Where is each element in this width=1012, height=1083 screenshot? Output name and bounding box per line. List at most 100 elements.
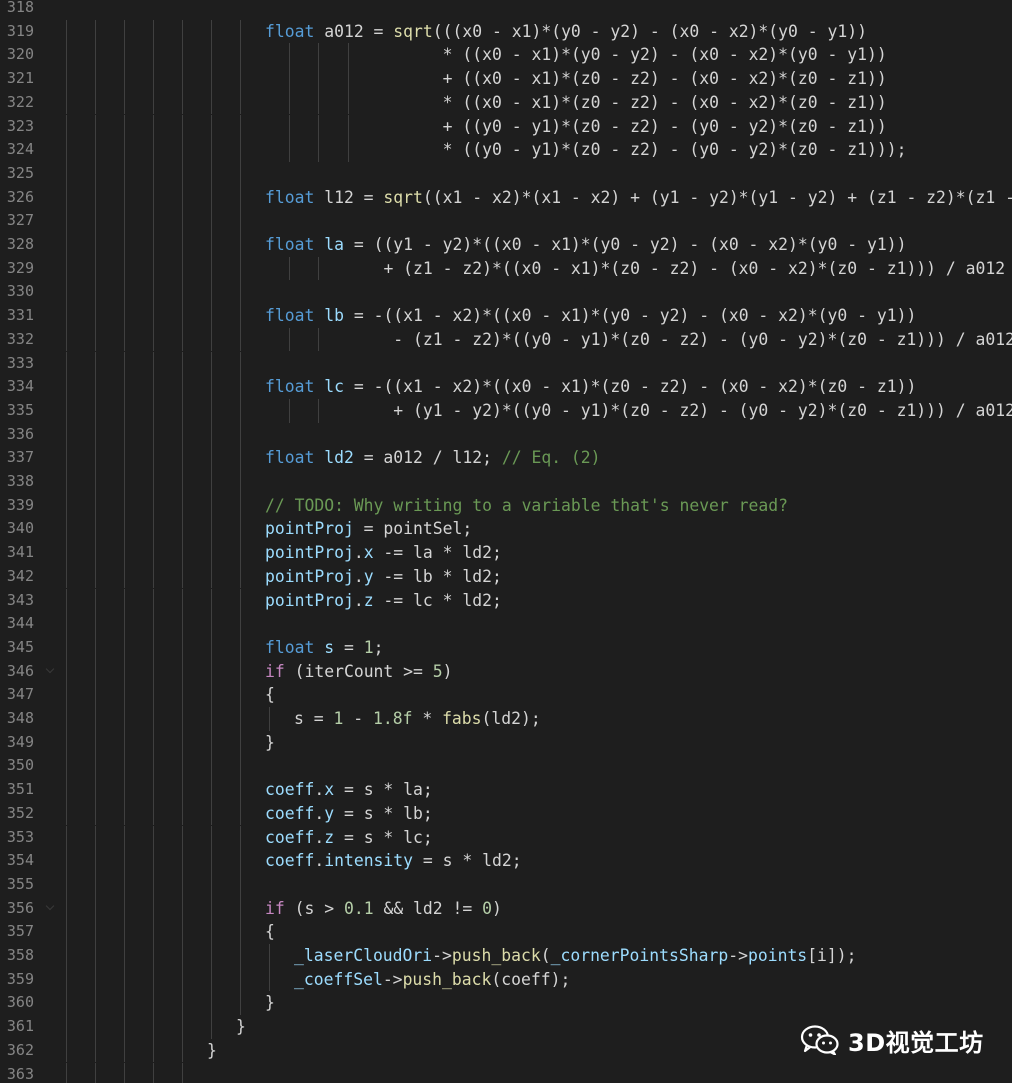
- code-token: lc: [324, 377, 344, 397]
- indent-guide: [124, 351, 125, 376]
- indent-guide: [124, 778, 125, 802]
- code-line[interactable]: float ld2 = a012 / l12; // Eq. (2): [265, 446, 601, 470]
- code-line[interactable]: * ((y0 - y1)*(z0 - z2) - (y0 - y2)*(z0 -…: [443, 138, 907, 162]
- indent-guide: [318, 256, 320, 281]
- code-line[interactable]: _coeffSel->push_back(coeff);: [294, 968, 570, 992]
- indent-guide: [66, 517, 67, 542]
- indent-guide: [153, 849, 154, 873]
- line-number: 342: [6, 566, 34, 585]
- line-number: 360: [6, 993, 34, 1012]
- indent-guide: [153, 967, 154, 992]
- code-line[interactable]: pointProj.z -= lc * ld2;: [265, 589, 502, 613]
- code-line[interactable]: pointProj.y -= lb * ld2;: [265, 565, 502, 589]
- indent-guide: [66, 256, 67, 281]
- code-line[interactable]: s = 1 - 1.8f * fabs(ld2);: [294, 707, 541, 731]
- indent-guide: [182, 778, 183, 802]
- code-line[interactable]: }: [236, 1015, 246, 1039]
- indent-guide: [211, 114, 212, 139]
- code-line[interactable]: coeff.x = s * la;: [265, 778, 433, 802]
- indent-guide: [211, 304, 212, 328]
- indent-guide: [124, 896, 125, 921]
- indent-guide: [318, 114, 320, 139]
- code-line[interactable]: {: [265, 683, 275, 707]
- code-line[interactable]: * ((x0 - x1)*(z0 - z2) - (x0 - x2)*(z0 -…: [443, 91, 887, 115]
- code-line[interactable]: }: [265, 991, 275, 1015]
- code-line[interactable]: }: [265, 731, 275, 755]
- indent-guide: [66, 233, 67, 257]
- code-line[interactable]: float lb = -((x1 - x2)*((x0 - x1)*(y0 - …: [265, 304, 916, 328]
- indent-guide: [211, 967, 212, 992]
- indent-guide: [318, 398, 320, 423]
- line-number: 323: [6, 116, 34, 135]
- indent-guide: [211, 1015, 212, 1039]
- indent-guide: [240, 43, 241, 68]
- code-line[interactable]: pointProj = pointSel;: [265, 517, 472, 541]
- indent-guide: [124, 67, 125, 91]
- fold-chevron-icon[interactable]: [46, 903, 54, 911]
- code-token: -= lb * ld2;: [373, 566, 502, 586]
- indent-guide: [95, 19, 96, 44]
- code-line[interactable]: + ((y0 - y1)*(z0 - z2) - (y0 - y2)*(z0 -…: [443, 115, 887, 139]
- indent-guide: [240, 635, 241, 660]
- indent-guide: [240, 233, 241, 257]
- indent-guide: [211, 849, 212, 873]
- indent-guide: [211, 635, 212, 660]
- fold-chevron-icon[interactable]: [46, 666, 54, 674]
- indent-guide: [153, 944, 154, 968]
- indent-guide: [240, 896, 241, 921]
- indent-guide: [211, 90, 212, 115]
- indent-guide: [269, 944, 270, 968]
- indent-guide: [347, 138, 349, 162]
- indent-guide: [240, 304, 241, 328]
- code-editor[interactable]: 318 319 320 321 322 323 324 325 326 327 328 329 330 3…: [0, 0, 1012, 1083]
- indent-guide: [153, 327, 154, 352]
- code-line[interactable]: float l12 = sqrt((x1 - x2)*(x1 - x2) + (…: [265, 186, 1012, 210]
- indent-guide: [95, 1015, 96, 1039]
- indent-guide: [240, 517, 241, 542]
- line-number: 336: [6, 424, 34, 443]
- code-token: pointProj: [265, 590, 354, 610]
- indent-guide: [318, 327, 320, 352]
- code-line[interactable]: _laserCloudOri->push_back(_cornerPointsS…: [294, 944, 857, 968]
- code-line[interactable]: + (y1 - y2)*((y0 - y1)*(z0 - z2) - (y0 -…: [393, 399, 1012, 423]
- line-number: 359: [6, 969, 34, 988]
- indent-guide: [66, 896, 67, 921]
- code-line[interactable]: if (s > 0.1 && ld2 != 0): [265, 897, 502, 921]
- indent-guide: [95, 564, 96, 589]
- indent-guide: [153, 398, 154, 423]
- indent-guide: [124, 920, 125, 944]
- indent-guide: [288, 43, 290, 68]
- indent-guide: [240, 280, 241, 305]
- indent-guide: [182, 398, 183, 423]
- code-line[interactable]: * ((x0 - x1)*(y0 - y2) - (x0 - x2)*(y0 -…: [443, 43, 887, 67]
- code-line[interactable]: coeff.y = s * lb;: [265, 802, 433, 826]
- code-token: + ((x0 - x1)*(z0 - z2) - (x0 - x2)*(z0 -…: [442, 69, 887, 89]
- code-line[interactable]: float la = ((y1 - y2)*((x0 - x1)*(y0 - y…: [265, 233, 906, 257]
- code-line[interactable]: float lc = -((x1 - x2)*((x0 - x1)*(z0 - …: [265, 375, 916, 399]
- code-line[interactable]: if (iterCount >= 5): [265, 660, 453, 684]
- indent-guide: [66, 683, 67, 707]
- indent-guide: [182, 138, 183, 162]
- indent-guide: [211, 754, 212, 779]
- code-line[interactable]: // TODO: Why writing to a variable that'…: [265, 494, 788, 518]
- code-line[interactable]: coeff.z = s * lc;: [265, 826, 433, 850]
- code-line[interactable]: + (z1 - z2)*((x0 - x1)*(z0 - z2) - (x0 -…: [383, 257, 1012, 281]
- code-line[interactable]: coeff.intensity = s * ld2;: [265, 849, 522, 873]
- indent-guide: [124, 944, 125, 968]
- indent-guide: [347, 90, 349, 115]
- code-line[interactable]: float s = 1;: [265, 636, 383, 660]
- indent-guide: [288, 90, 290, 115]
- indent-guide: [153, 493, 154, 518]
- code-token: ->: [382, 969, 403, 989]
- code-line[interactable]: {: [265, 920, 275, 944]
- indent-guide: [153, 707, 154, 731]
- code-line[interactable]: }: [207, 1039, 217, 1063]
- code-line[interactable]: float a012 = sqrt(((x0 - x1)*(y0 - y2) -…: [265, 20, 867, 44]
- code-line[interactable]: + ((x0 - x1)*(z0 - z2) - (x0 - x2)*(z0 -…: [443, 67, 887, 91]
- code-token: lb: [324, 306, 344, 326]
- code-line[interactable]: pointProj.x -= la * ld2;: [265, 541, 502, 565]
- indent-guide: [240, 872, 241, 897]
- code-line[interactable]: - (z1 - z2)*((y0 - y1)*(z0 - z2) - (y0 -…: [393, 328, 1012, 352]
- code-token: float: [265, 377, 315, 397]
